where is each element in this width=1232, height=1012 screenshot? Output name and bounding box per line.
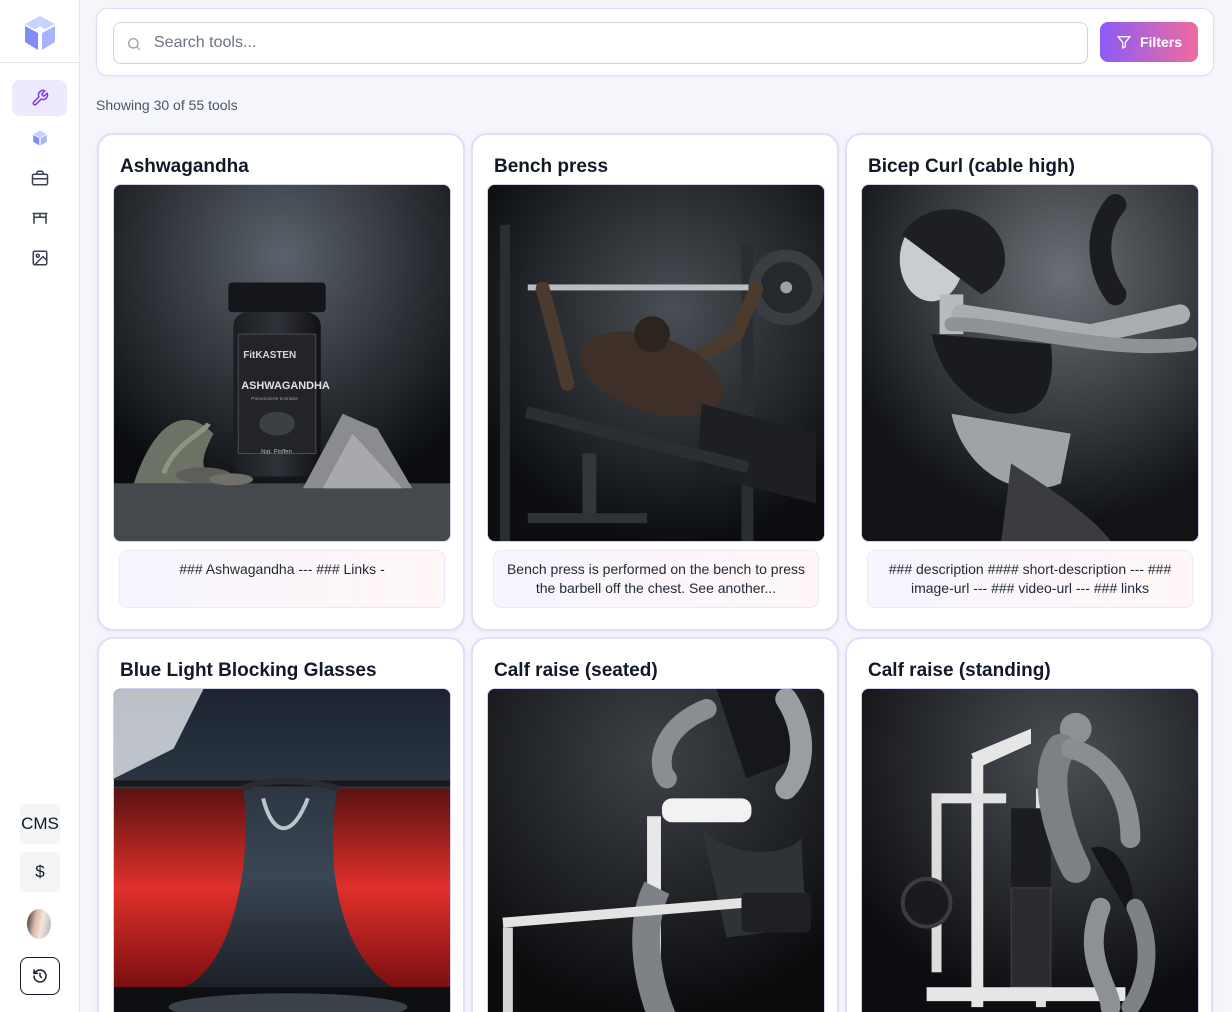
search-field[interactable] — [113, 22, 1088, 64]
card-image-calf-raise-standing[interactable] — [861, 688, 1199, 1012]
image-icon — [32, 250, 47, 266]
cms-button[interactable]: CMS — [20, 804, 60, 844]
search-icon — [128, 38, 140, 50]
card-title: Bench press — [494, 156, 609, 177]
pricing-button[interactable]: $ — [20, 852, 60, 892]
card-description-text: ### Ashwagandha --- ### Links - — [179, 561, 385, 577]
card-image-calf-raise-seated[interactable] — [487, 688, 825, 1012]
user-avatar[interactable] — [27, 909, 51, 939]
card-title: Blue Light Blocking Glasses — [120, 660, 377, 681]
card-description-text: Bench press is performed on the bench to… — [506, 561, 806, 596]
tool-card-blue-light-blocking-glasses[interactable]: Blue Light Blocking Glasses — [97, 637, 465, 1012]
label-brand: FitKASTEN — [243, 350, 296, 361]
card-image-ashwagandha[interactable]: FitKASTEN ASHWAGANDHA Pulverisierte Extr… — [113, 184, 451, 542]
card-title: Ashwagandha — [120, 156, 249, 177]
search-input[interactable] — [114, 23, 1087, 63]
tool-card-calf-raise-seated[interactable]: Calf raise (seated) — [471, 637, 839, 1012]
card-title: Calf raise (standing) — [868, 660, 1051, 681]
nav-desk-button[interactable] — [12, 200, 67, 236]
wrench-icon — [32, 89, 48, 106]
label-product: ASHWAGANDHA — [241, 380, 330, 392]
tool-card-calf-raise-standing[interactable]: Calf raise (standing) — [845, 637, 1213, 1012]
history-button[interactable] — [20, 957, 60, 995]
history-icon — [33, 969, 47, 983]
results-count: Showing 30 of 55 tools — [96, 97, 238, 113]
nav-images-button[interactable] — [12, 240, 67, 276]
card-title: Calf raise (seated) — [494, 660, 658, 681]
search-panel: Filters — [96, 8, 1214, 76]
cube-logo-icon[interactable] — [20, 14, 60, 54]
briefcase-icon — [31, 170, 48, 186]
filter-icon — [1117, 36, 1131, 49]
tool-card-ashwagandha[interactable]: Ashwagandha FitKASTEN ASHWAGANDHA Pulver… — [97, 133, 465, 631]
label-subline: Pulverisierte Extrakte — [251, 396, 298, 402]
tool-card-bench-press[interactable]: Bench press Bench press is performed on … — [471, 133, 839, 631]
filters-button-label: Filters — [1139, 34, 1182, 50]
filters-button[interactable]: Filters — [1100, 22, 1198, 62]
card-image-bench-press[interactable] — [487, 184, 825, 542]
desk-icon — [32, 212, 47, 224]
nav-cube-button[interactable] — [12, 120, 67, 156]
sidebar-divider — [0, 62, 79, 63]
card-image-bicep-curl[interactable] — [861, 184, 1199, 542]
sidebar: CMS $ — [0, 0, 80, 1012]
label-footer: Nat. Plsffen — [261, 449, 292, 455]
card-image-glasses[interactable] — [113, 688, 451, 1012]
cube-icon — [32, 130, 47, 146]
nav-tools-button[interactable] — [12, 80, 67, 116]
card-description: ### description #### short-description -… — [867, 550, 1193, 608]
card-description-text: ### description #### short-description -… — [888, 561, 1172, 596]
nav-briefcase-button[interactable] — [12, 160, 67, 196]
card-description: Bench press is performed on the bench to… — [493, 550, 819, 608]
tool-card-bicep-curl-cable-high[interactable]: Bicep Curl (cable high) ### description … — [845, 133, 1213, 631]
card-title: Bicep Curl (cable high) — [868, 156, 1075, 177]
card-description: ### Ashwagandha --- ### Links - — [119, 550, 445, 608]
